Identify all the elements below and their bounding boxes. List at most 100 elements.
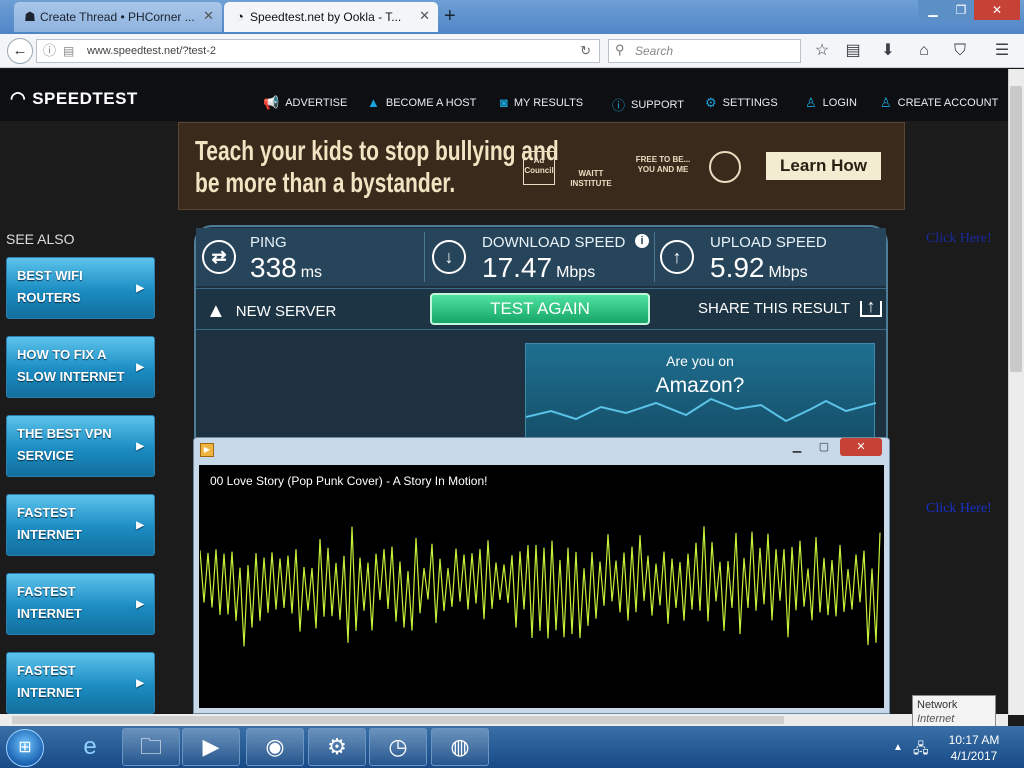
track-title: 00 Love Story (Pop Punk Cover) - A Story… [210, 474, 488, 488]
phcorner-icon: ☗ [24, 9, 36, 24]
sidebar-item-wifi-routers[interactable]: BEST WIFI ROUTERS ▶ [6, 257, 155, 319]
chevron-right-icon: ▶ [136, 678, 144, 689]
url-text: www.speedtest.net/?test-2 [87, 45, 217, 57]
close-tab-icon[interactable]: ✕ [203, 8, 214, 24]
clock-time: 10:17 AM [948, 733, 1000, 747]
tab-phcorner[interactable]: ☗ Create Thread • PHCorner ... ✕ [14, 2, 222, 32]
back-button[interactable]: ← [7, 38, 33, 64]
menu-my-results[interactable]: ◙ MY RESULTS [500, 95, 583, 110]
upload-value: 5.92 [710, 252, 765, 283]
firefox-icon[interactable]: ◉ [246, 728, 304, 766]
speedtest-logo[interactable]: ◠ SPEEDTEST [10, 88, 138, 109]
ping-value: 338 [250, 252, 297, 283]
menu-become-host[interactable]: ▲ BECOME A HOST [367, 95, 476, 110]
ping-label: PING [250, 234, 287, 251]
sidebar-line: THE BEST VPN [17, 426, 112, 441]
minimize-icon[interactable]: ▁ [918, 0, 948, 20]
clock-app-icon[interactable]: ◷ [369, 728, 427, 766]
download-icon[interactable]: ⬇ [877, 40, 899, 62]
sidebar-line: FASTEST [17, 505, 76, 520]
sidebar-line: HOW TO FIX A [17, 347, 107, 362]
sidebar-line: SERVICE [17, 448, 74, 463]
sidebar-item-vpn[interactable]: THE BEST VPN SERVICE ▶ [6, 415, 155, 477]
free-to-be-logo: FREE TO BE... YOU AND ME [635, 155, 691, 174]
reading-list-icon[interactable]: ▤ [842, 40, 864, 62]
download-result: DOWNLOAD SPEED 17.47 Mbps [482, 228, 652, 286]
reload-icon[interactable]: ↻ [580, 40, 591, 62]
menu-support[interactable]: ⓘ SUPPORT [612, 95, 684, 114]
sidebar-item-slow-internet[interactable]: HOW TO FIX A SLOW INTERNET ▶ [6, 336, 155, 398]
file-explorer-icon[interactable]: 🗀 [122, 728, 180, 766]
menu-icon[interactable]: ☰ [991, 40, 1013, 62]
bookmark-star-icon[interactable]: ☆ [811, 40, 833, 62]
scrollbar-thumb[interactable] [1010, 86, 1022, 372]
close-window-icon[interactable]: ✕ [974, 0, 1020, 20]
maximize-icon[interactable]: ▢ [811, 438, 837, 456]
show-hidden-icons[interactable]: ▲ [893, 742, 903, 753]
new-server-button[interactable]: ▲ NEW SERVER [206, 300, 336, 323]
chevron-right-icon: ▶ [136, 599, 144, 610]
start-button[interactable]: ⊞ [6, 729, 44, 767]
triangle-icon: ▲ [206, 300, 226, 322]
waveform [200, 526, 881, 647]
scrollbar-thumb[interactable] [12, 716, 784, 724]
chevron-right-icon: ▶ [136, 520, 144, 531]
pocket-icon[interactable]: ⛉ [949, 40, 971, 62]
click-here-link[interactable]: Click Here! [926, 231, 992, 247]
ping-unit: ms [300, 264, 323, 281]
clock-date: 4/1/2017 [950, 749, 998, 763]
amazon-promo[interactable]: Are you on Amazon? [525, 343, 876, 438]
new-tab-button[interactable]: + [444, 5, 464, 27]
sidebar-item-fastest-internet[interactable]: FASTEST INTERNET ▶ [6, 573, 155, 635]
chevron-right-icon: ▶ [136, 441, 144, 452]
network-icon[interactable]: 🖧 [913, 738, 929, 762]
minimize-icon[interactable]: ▁ [784, 438, 810, 456]
promo-line-1: Are you on [666, 353, 734, 369]
tab-speedtest[interactable]: ◔ Speedtest.net by Ookla - T... ✕ [224, 2, 438, 32]
globe-download-icon[interactable]: ◍ [431, 728, 489, 766]
click-here-link[interactable]: Click Here! [926, 501, 992, 517]
chevron-right-icon: ▶ [136, 362, 144, 373]
waveform-line [200, 526, 881, 647]
menu-login[interactable]: ♙ LOGIN [805, 95, 857, 111]
media-player-taskbar-icon[interactable]: ▶ [182, 728, 240, 766]
home-icon[interactable]: ⌂ [913, 40, 935, 62]
ad-banner[interactable]: Teach your kids to stop bullying and be … [178, 122, 905, 210]
menu-create-account[interactable]: ♙ CREATE ACCOUNT [880, 95, 998, 111]
system-clock[interactable]: 10:17 AM 4/1/2017 [942, 732, 1006, 764]
sidebar-item-fastest-internet[interactable]: FASTEST INTERNET ▶ [6, 652, 155, 714]
url-bar[interactable]: ⓘ ▤ www.speedtest.net/?test-2 ↻ [36, 39, 600, 63]
see-also-heading: SEE ALSO [6, 231, 75, 247]
info-icon[interactable]: ⓘ [43, 40, 56, 62]
internet-explorer-icon[interactable]: e [70, 729, 110, 765]
ping-value-wrap: 338 ms [250, 252, 322, 284]
download-label: DOWNLOAD SPEED [482, 234, 626, 251]
menu-advertise[interactable]: 📢 ADVERTISE [263, 95, 347, 111]
info-circle-icon: ⓘ [612, 98, 626, 113]
promo-line-graph [526, 397, 876, 423]
upload-label: UPLOAD SPEED [710, 234, 827, 251]
test-again-button[interactable]: TEST AGAIN [430, 293, 650, 325]
share-label: SHARE THIS RESULT [698, 300, 850, 317]
restore-icon[interactable]: ❐ [948, 0, 974, 20]
download-arrow-icon: ↓ [432, 240, 466, 274]
search-input[interactable]: Search [608, 39, 801, 63]
sidebar-line: ROUTERS [17, 290, 81, 305]
ad-council-logo: Ad Council [523, 151, 555, 185]
tooltip-title: Network [917, 699, 958, 711]
tab-title: Speedtest.net by Ookla - T... [250, 10, 402, 24]
share-result-button[interactable]: SHARE THIS RESULT ↑ [698, 297, 882, 317]
learn-how-button[interactable]: Learn How [766, 152, 881, 180]
ad-headline-2: be more than a bystander. [195, 167, 456, 198]
sidebar-line: FASTEST [17, 663, 76, 678]
sidebar-item-fastest-internet[interactable]: FASTEST INTERNET ▶ [6, 494, 155, 556]
info-icon[interactable]: i [635, 234, 649, 248]
settings-shield-icon[interactable]: ⚙ [308, 728, 366, 766]
sidebar-line: INTERNET [17, 527, 82, 542]
menu-settings[interactable]: ⚙ SETTINGS [705, 95, 778, 111]
download-unit: Mbps [556, 264, 596, 281]
divider [424, 232, 425, 282]
upload-arrow-icon: ↑ [660, 240, 694, 274]
close-window-icon[interactable]: ✕ [840, 438, 882, 456]
close-tab-icon[interactable]: ✕ [419, 8, 430, 24]
